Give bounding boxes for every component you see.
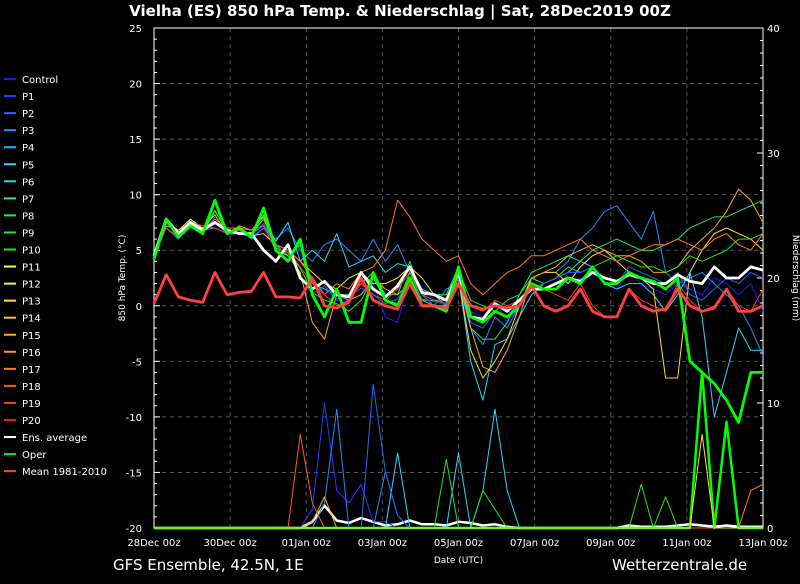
- model-label: GFS Ensemble, 42.5N, 1E: [113, 556, 304, 574]
- y2-axis-label: Niederschlag (mm): [790, 235, 800, 321]
- y-tick-label: 0: [136, 302, 142, 313]
- y-tick-label: -15: [126, 468, 142, 479]
- x-tick-label: 07Jan 00z: [510, 538, 559, 549]
- legend-label: P4: [22, 143, 34, 154]
- legend-label: P3: [22, 126, 34, 137]
- y2-tick-label: 20: [767, 274, 780, 285]
- x-tick-label: 09Jan 00z: [586, 538, 635, 549]
- legend-label: P10: [22, 246, 41, 257]
- legend-label: P8: [22, 211, 34, 222]
- chart-area: -20 -15 -10 -5 0 5 10 15 20 25 0 10 20 30 40 28Dec 00z 3…: [4, 24, 800, 566]
- legend-label: P14: [22, 314, 41, 325]
- x-axis-label: Date (UTC): [434, 556, 483, 566]
- x-tick-label: 05Jan 00z: [434, 538, 483, 549]
- legend-label: Mean 1981-2010: [22, 467, 107, 478]
- y2-tick-label: 40: [767, 24, 780, 35]
- y-tick-label: 20: [129, 80, 142, 91]
- y2-tick-label: 30: [767, 149, 780, 160]
- x-tick-label: 03Jan 00z: [358, 538, 407, 549]
- legend-label: P1: [22, 92, 34, 103]
- x-tick-label: 01Jan 00z: [282, 538, 331, 549]
- y-tick-label: 10: [129, 191, 142, 202]
- legend-label: P20: [22, 416, 41, 427]
- legend-label: P9: [22, 228, 34, 239]
- legend-label: P11: [22, 263, 41, 274]
- legend-label: P13: [22, 297, 41, 308]
- x-tick-label: 11Jan 00z: [662, 538, 711, 549]
- y-tick-label: 5: [136, 246, 142, 257]
- legend-label: Ens. average: [22, 433, 87, 444]
- y-tick-label: -20: [126, 524, 142, 535]
- legend-label: P7: [22, 194, 34, 205]
- legend-label: P15: [22, 331, 41, 342]
- x-tick-label: 13Jan 00z: [738, 538, 787, 549]
- y-tick-label: 25: [129, 24, 142, 35]
- y-tick-label: -10: [126, 413, 142, 424]
- legend-label: P18: [22, 382, 41, 393]
- legend-label: P2: [22, 109, 34, 120]
- legend-label: P19: [22, 399, 41, 410]
- legend-label: P17: [22, 365, 41, 376]
- x-tick-label: 28Dec 00z: [127, 538, 180, 549]
- y-axis-label: 850 hPa Temp. (°C): [118, 235, 128, 322]
- y2-tick-label: 10: [767, 399, 780, 410]
- y2-tick-label: 0: [767, 524, 773, 535]
- legend-label: P16: [22, 348, 41, 359]
- y-tick-label: 15: [129, 135, 142, 146]
- legend-label: Oper: [22, 450, 47, 461]
- precip-line-oper: [154, 370, 763, 530]
- precip-line-p13: [154, 433, 763, 529]
- precip-line-p18: [154, 433, 763, 529]
- source-label: Wetterzentrale.de: [612, 556, 748, 574]
- x-tick-label: 30Dec 00z: [204, 538, 257, 549]
- legend-label: P6: [22, 177, 34, 188]
- y-tick-label: -5: [132, 357, 142, 368]
- legend-label: Control: [22, 75, 58, 86]
- legend-label: P5: [22, 160, 34, 171]
- legend-label: P12: [22, 280, 41, 291]
